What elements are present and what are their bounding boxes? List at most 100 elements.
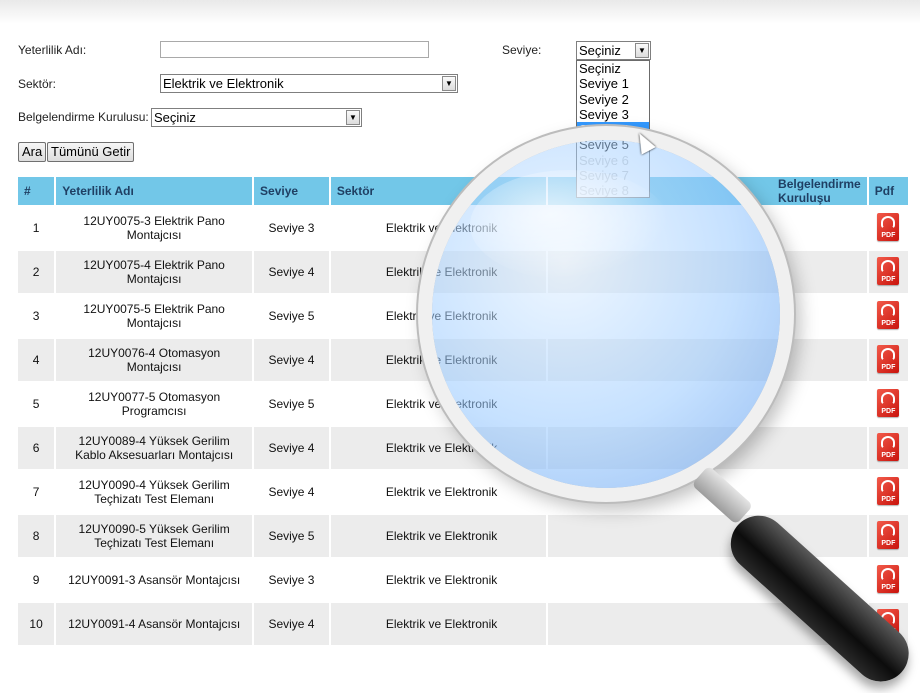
row-number: 4 xyxy=(18,337,57,381)
row-organization xyxy=(548,557,869,601)
acrobat-swirl-icon xyxy=(881,347,896,361)
table-row: 8 12UY0090-5 Yüksek Gerilim Teçhizatı Tes… xyxy=(18,513,910,557)
row-pdf-cell: PDF xyxy=(868,557,910,601)
name-label: Yeterlilik Adı: xyxy=(18,43,87,57)
dropdown-arrow-icon[interactable]: ▼ xyxy=(346,110,360,125)
row-number: 3 xyxy=(18,293,57,337)
pdf-icon[interactable]: PDF xyxy=(877,256,900,285)
table-row: 6 12UY0089-4 Yüksek Gerilim Kablo Aksesua… xyxy=(18,425,910,469)
pdf-icon-label: PDF xyxy=(881,407,896,415)
table-row: 9 12UY0091-3 Asansör Montajcısı Seviye 3 El… xyxy=(18,557,910,601)
top-band xyxy=(0,0,920,24)
acrobat-swirl-icon xyxy=(881,215,896,229)
acrobat-swirl-icon xyxy=(881,259,896,273)
row-sector: Elektrik ve Elektronik xyxy=(330,249,549,293)
row-level: Seviye 4 xyxy=(254,337,331,381)
results-table: # Yeterlilik Adı Seviye Sektör Belgelend… xyxy=(18,177,910,645)
row-level: Seviye 5 xyxy=(254,381,331,425)
row-level: Seviye 4 xyxy=(254,469,331,513)
row-qualification-name[interactable]: 12UY0075-5 Elektrik Pano Montajcısı xyxy=(56,293,255,337)
dropdown-arrow-icon[interactable]: ▼ xyxy=(442,76,456,91)
search-button[interactable]: Ara xyxy=(18,142,47,162)
level-option[interactable]: Seviye 7 xyxy=(577,168,649,183)
acrobat-swirl-icon xyxy=(881,303,896,317)
table-row: 4 12UY0076-4 Otomasyon Montajcısı Seviye 4… xyxy=(18,337,910,381)
org-label: Belgelendirme Kurulusu: xyxy=(18,110,149,124)
level-option[interactable]: Seviye 6 xyxy=(577,153,649,168)
row-level: Seviye 3 xyxy=(254,205,331,249)
level-dropdown-list[interactable]: Seçiniz Seviye 1 Seviye 2 Seviye 3 Seviye 4S… xyxy=(576,60,650,198)
org-select[interactable]: Seçiniz ▼ xyxy=(151,108,362,127)
row-pdf-cell: PDF xyxy=(868,205,910,249)
pdf-icon[interactable]: PDF xyxy=(877,344,900,373)
row-pdf-cell: PDF xyxy=(868,337,910,381)
row-sector: Elektrik ve Elektronik xyxy=(330,425,549,469)
table-body: 1 12UY0075-3 Elektrik Pano Montajcısı Sevi… xyxy=(18,205,910,645)
row-sector: Elektrik ve Elektronik xyxy=(330,513,549,557)
level-select[interactable]: Seçiniz ▼ xyxy=(576,41,651,60)
level-option[interactable]: Seviye 3 xyxy=(577,107,649,122)
pdf-icon-label: PDF xyxy=(881,495,896,503)
sector-select[interactable]: Elektrik ve Elektronik ▼ xyxy=(160,74,458,93)
row-number: 9 xyxy=(18,557,57,601)
acrobat-swirl-icon xyxy=(881,567,896,581)
table-row: 10 12UY0091-4 Asansör Montajcısı Seviye 4E… xyxy=(18,601,910,645)
pdf-icon[interactable]: PDF xyxy=(877,608,900,637)
row-qualification-name[interactable]: 12UY0075-3 Elektrik Pano Montajcısı xyxy=(56,205,255,249)
row-organization xyxy=(548,337,869,381)
pdf-icon[interactable]: PDF xyxy=(877,300,900,329)
row-sector: Elektrik ve Elektronik xyxy=(330,205,549,249)
row-qualification-name[interactable]: 12UY0091-3 Asansör Montajcısı xyxy=(56,557,255,601)
pdf-icon-label: PDF xyxy=(881,627,896,635)
row-pdf-cell: PDF xyxy=(868,469,910,513)
row-pdf-cell: PDF xyxy=(868,425,910,469)
row-qualification-name[interactable]: 12UY0077-5 Otomasyon Programcısı xyxy=(56,381,255,425)
row-level: Seviye 5 xyxy=(254,513,331,557)
sector-select-value: Elektrik ve Elektronik xyxy=(163,76,284,91)
row-qualification-name[interactable]: 12UY0075-4 Elektrik Pano Montajcısı xyxy=(56,249,255,293)
level-option[interactable]: Seçiniz xyxy=(577,61,649,76)
row-organization xyxy=(548,205,869,249)
header-sector[interactable]: Sektör xyxy=(330,177,549,205)
get-all-button[interactable]: Tümünü Getir xyxy=(47,142,135,162)
header-num: # xyxy=(18,177,57,205)
row-level: Seviye 3 xyxy=(254,557,331,601)
pdf-icon[interactable]: PDF xyxy=(877,564,900,593)
name-input[interactable] xyxy=(160,41,429,58)
acrobat-swirl-icon xyxy=(881,611,896,625)
level-option[interactable]: Seviye 1 xyxy=(577,76,649,91)
row-qualification-name[interactable]: 12UY0090-4 Yüksek Gerilim Teçhizatı Test… xyxy=(56,469,255,513)
header-level[interactable]: Seviye xyxy=(254,177,331,205)
row-organization xyxy=(548,381,869,425)
row-level: Seviye 4 xyxy=(254,249,331,293)
level-label: Seviye: xyxy=(502,43,542,57)
row-qualification-name[interactable]: 12UY0089-4 Yüksek Gerilim Kablo Aksesuar… xyxy=(56,425,255,469)
level-option[interactable]: Seviye 8 xyxy=(577,183,649,197)
dropdown-arrow-icon[interactable]: ▼ xyxy=(635,43,649,58)
pdf-icon-label: PDF xyxy=(881,539,896,547)
pdf-icon[interactable]: PDF xyxy=(877,432,900,461)
acrobat-swirl-icon xyxy=(881,523,896,537)
pdf-icon[interactable]: PDF xyxy=(877,476,900,505)
row-sector: Elektrik ve Elektronik xyxy=(330,557,549,601)
org-select-value: Seçiniz xyxy=(154,110,196,125)
pdf-icon-label: PDF xyxy=(881,363,896,371)
row-qualification-name[interactable]: 12UY0076-4 Otomasyon Montajcısı xyxy=(56,337,255,381)
row-sector: Elektrik ve Elektronik xyxy=(330,381,549,425)
row-sector: Elektrik ve Elektronik xyxy=(330,601,549,645)
level-option[interactable]: Seviye 2 xyxy=(577,92,649,107)
pdf-icon-label: PDF xyxy=(881,231,896,239)
pdf-icon-label: PDF xyxy=(881,319,896,327)
header-pdf: Pdf xyxy=(868,177,910,205)
pdf-icon[interactable]: PDF xyxy=(877,388,900,417)
row-number: 6 xyxy=(18,425,57,469)
row-level: Seviye 5 xyxy=(254,293,331,337)
row-number: 8 xyxy=(18,513,57,557)
header-name[interactable]: Yeterlilik Adı xyxy=(56,177,255,205)
row-qualification-name[interactable]: 12UY0090-5 Yüksek Gerilim Teçhizatı Test… xyxy=(56,513,255,557)
row-number: 1 xyxy=(18,205,57,249)
row-pdf-cell: PDF xyxy=(868,381,910,425)
pdf-icon[interactable]: PDF xyxy=(877,520,900,549)
row-qualification-name[interactable]: 12UY0091-4 Asansör Montajcısı xyxy=(56,601,255,645)
pdf-icon[interactable]: PDF xyxy=(877,212,900,241)
